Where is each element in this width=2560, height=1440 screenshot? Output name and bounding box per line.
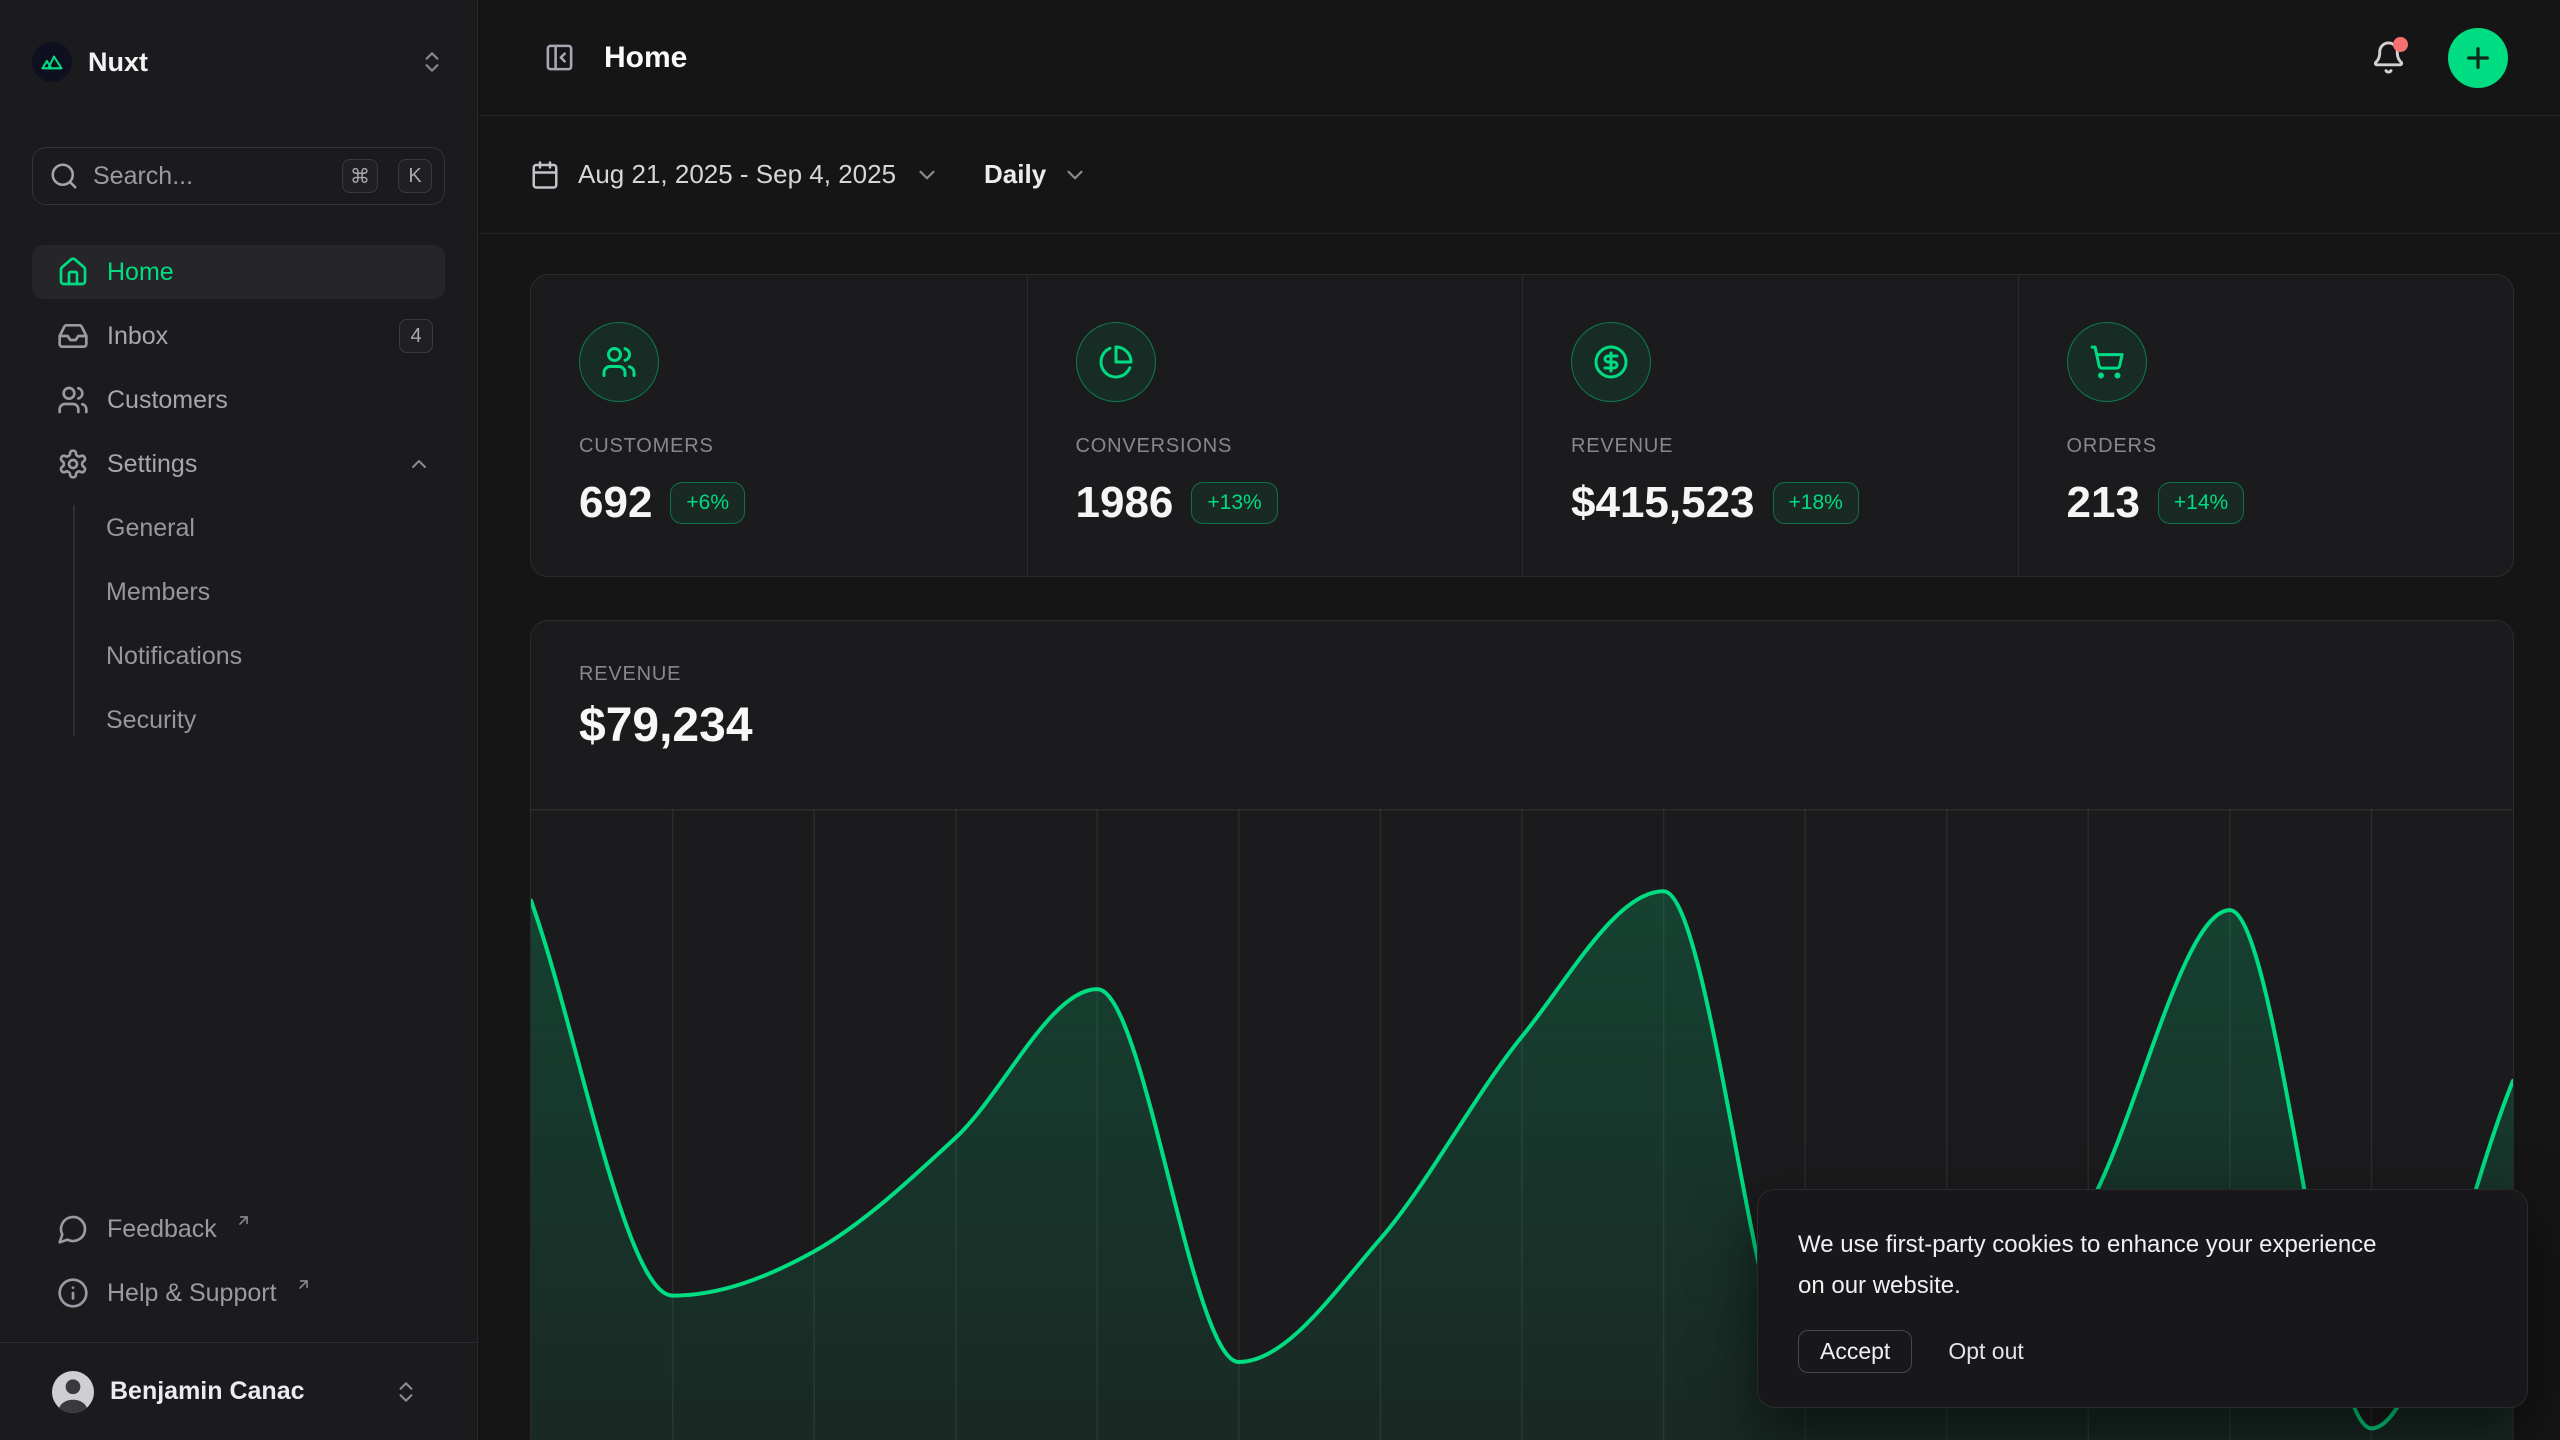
- revenue-total: $79,234: [579, 698, 2465, 753]
- cookie-message: We use first-party cookies to enhance yo…: [1798, 1224, 2378, 1306]
- kbd-k: K: [398, 159, 432, 193]
- sidebar-item-customers[interactable]: Customers: [32, 373, 445, 427]
- chevrons-up-down-icon: [393, 1379, 419, 1405]
- user-name: Benjamin Canac: [110, 1377, 377, 1406]
- stat-label: ORDERS: [2067, 435, 2514, 458]
- granularity-select[interactable]: Daily: [984, 159, 1088, 190]
- stat-delta-badge: +14%: [2158, 482, 2244, 524]
- settings-subnav: General Members Notifications Security: [32, 501, 445, 747]
- stat-delta-badge: +18%: [1773, 482, 1859, 524]
- stat-value: 213: [2067, 478, 2140, 528]
- add-button[interactable]: [2448, 28, 2508, 88]
- stat-card-conversions: CONVERSIONS 1986 +13%: [1027, 275, 1523, 576]
- sidebar-item-home[interactable]: Home: [32, 245, 445, 299]
- date-range-picker[interactable]: Aug 21, 2025 - Sep 4, 2025: [530, 159, 940, 190]
- home-icon: [57, 256, 89, 288]
- message-bubble-icon: [57, 1213, 89, 1245]
- sidebar-item-inbox[interactable]: Inbox 4: [32, 309, 445, 363]
- sidebar: Nuxt ⌘ K Home Inb: [0, 0, 478, 1440]
- workspace-name: Nuxt: [88, 47, 403, 78]
- stat-card-revenue: REVENUE $415,523 +18%: [1522, 275, 2018, 576]
- cart-icon: [2067, 322, 2147, 402]
- search-box[interactable]: ⌘ K: [32, 147, 445, 205]
- chevron-up-icon: [407, 452, 431, 476]
- stat-card-customers: CUSTOMERS 692 +6%: [531, 275, 1027, 576]
- dollar-circle-icon: [1571, 322, 1651, 402]
- notification-dot: [2393, 37, 2408, 52]
- sidebar-item-label: Home: [107, 258, 174, 287]
- cookie-accept-button[interactable]: Accept: [1798, 1330, 1912, 1373]
- sidebar-subitem-label: Security: [106, 706, 196, 735]
- info-circle-icon: [57, 1277, 89, 1309]
- calendar-icon: [530, 160, 560, 190]
- user-menu[interactable]: Benjamin Canac: [32, 1343, 445, 1440]
- date-range-label: Aug 21, 2025 - Sep 4, 2025: [578, 159, 896, 190]
- page-header: Home: [479, 0, 2560, 116]
- stat-delta-badge: +6%: [670, 482, 745, 524]
- chevron-down-icon: [914, 162, 940, 188]
- sidebar-item-label: Customers: [107, 386, 228, 415]
- stat-label: REVENUE: [1571, 435, 2018, 458]
- sidebar-subitem-label: Notifications: [106, 642, 242, 671]
- sidebar-item-notifications[interactable]: Notifications: [32, 629, 445, 683]
- sidebar-nav: Home Inbox 4 Customers Settings: [32, 245, 445, 757]
- panel-left-close-icon[interactable]: [544, 42, 575, 73]
- sidebar-subitem-label: General: [106, 514, 195, 543]
- inbox-icon: [57, 320, 89, 352]
- chevron-down-icon: [1062, 162, 1088, 188]
- users-icon: [579, 322, 659, 402]
- sidebar-item-label: Settings: [107, 450, 197, 479]
- page-title: Home: [604, 41, 687, 75]
- help-support-label: Help & Support: [107, 1279, 277, 1308]
- stats-row: CUSTOMERS 692 +6% CONVERSIONS 1986 +13%: [530, 274, 2514, 577]
- notifications-button[interactable]: [2371, 40, 2406, 75]
- sidebar-item-label: Inbox: [107, 322, 168, 351]
- feedback-label: Feedback: [107, 1215, 217, 1244]
- stat-label: CUSTOMERS: [579, 435, 1027, 458]
- revenue-header: REVENUE $79,234: [531, 621, 2513, 753]
- avatar: [52, 1371, 94, 1413]
- sidebar-item-settings[interactable]: Settings: [32, 437, 445, 491]
- granularity-label: Daily: [984, 159, 1046, 190]
- sidebar-item-security[interactable]: Security: [32, 693, 445, 747]
- cookie-banner: We use first-party cookies to enhance yo…: [1757, 1189, 2528, 1408]
- plus-icon: [2462, 42, 2494, 74]
- kbd-meta: ⌘: [342, 159, 378, 193]
- help-support-link[interactable]: Help & Support: [32, 1266, 445, 1320]
- sidebar-item-members[interactable]: Members: [32, 565, 445, 619]
- inbox-count-badge: 4: [399, 319, 433, 353]
- stat-label: CONVERSIONS: [1076, 435, 1523, 458]
- stat-card-orders: ORDERS 213 +14%: [2018, 275, 2514, 576]
- cookie-optout-button[interactable]: Opt out: [1948, 1338, 2023, 1365]
- chevrons-up-down-icon: [419, 49, 445, 75]
- sidebar-subitem-label: Members: [106, 578, 210, 607]
- external-link-icon: [235, 1212, 252, 1229]
- stat-delta-badge: +13%: [1191, 482, 1277, 524]
- workspace-selector[interactable]: Nuxt: [32, 42, 445, 82]
- stat-value: 692: [579, 478, 652, 528]
- users-icon: [57, 384, 89, 416]
- stat-value: 1986: [1076, 478, 1174, 528]
- stat-value: $415,523: [1571, 478, 1755, 528]
- search-input[interactable]: [93, 162, 328, 191]
- nuxt-logo-icon: [32, 42, 72, 82]
- dashboard-app: Nuxt ⌘ K Home Inb: [0, 0, 2560, 1440]
- filters-toolbar: Aug 21, 2025 - Sep 4, 2025 Daily: [479, 116, 2560, 234]
- feedback-link[interactable]: Feedback: [32, 1202, 445, 1256]
- search-icon: [49, 161, 79, 191]
- revenue-label: REVENUE: [579, 663, 2465, 686]
- pie-chart-icon: [1076, 322, 1156, 402]
- sidebar-item-general[interactable]: General: [32, 501, 445, 555]
- external-link-icon: [295, 1276, 312, 1293]
- gear-icon: [57, 448, 89, 480]
- sidebar-footer: Feedback Help & Support Benjami: [32, 1202, 445, 1440]
